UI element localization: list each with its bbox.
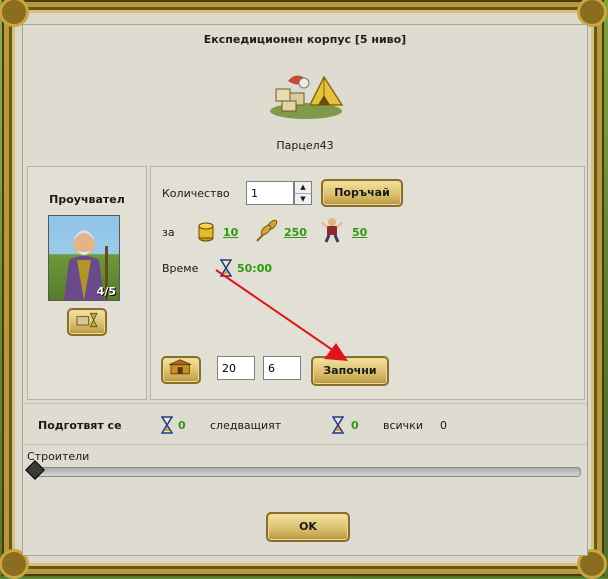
- hourglass-icon: [332, 416, 344, 434]
- building-queue-icon: [169, 359, 192, 375]
- gold-coins-icon: [198, 222, 214, 242]
- ok-button[interactable]: OK: [266, 512, 350, 542]
- explorer-timer-button[interactable]: [67, 308, 107, 336]
- dialog-title: Експедиционен корпус [5 ниво]: [203, 33, 407, 46]
- frame-ornament-icon: [0, 0, 29, 27]
- all-value: 0: [440, 419, 447, 432]
- batch-count-input[interactable]: [217, 356, 255, 380]
- hourglass-icon: [220, 259, 232, 277]
- hourglass-icon: [161, 416, 173, 434]
- settler-icon: [321, 218, 343, 243]
- stepper-down-icon[interactable]: ▼: [295, 194, 311, 205]
- stepper-up-icon[interactable]: ▲: [295, 182, 311, 194]
- repeat-order-button[interactable]: [161, 356, 201, 384]
- builders-slider[interactable]: [33, 467, 581, 477]
- explorer-label: Проучвател: [49, 193, 125, 206]
- next-label: следващият: [210, 419, 282, 432]
- explorer-count: 4/5: [96, 285, 116, 298]
- parcel-name: Парцел43: [276, 139, 334, 152]
- time-value: 50:00: [237, 262, 273, 275]
- explorer-portrait: 4/5: [48, 215, 120, 301]
- expedition-dialog: Експедиционен корпус [5 ниво] Парцел43 П…: [22, 24, 588, 556]
- batch-size-input[interactable]: [263, 356, 301, 380]
- explorer-hourglass-icon: [76, 312, 98, 328]
- for-label: за: [162, 226, 175, 239]
- expedition-building-icon: [270, 75, 344, 119]
- gold-cost-value: 10: [223, 226, 239, 239]
- wheat-icon: [256, 219, 278, 242]
- time-label: Време: [162, 262, 199, 275]
- wheat-cost-value: 250: [284, 226, 307, 239]
- preparing-value: 0: [178, 419, 186, 432]
- order-panel: Количество ▲ ▼ Поръчай за 10 250 50 Врем…: [150, 166, 585, 400]
- settler-cost-value: 50: [352, 226, 368, 239]
- queue-status-row: Подготвят се 0 следващият 0 всички 0: [23, 403, 587, 445]
- preparing-label: Подготвят се: [38, 419, 122, 432]
- order-button[interactable]: Поръчай: [321, 179, 403, 207]
- next-value: 0: [351, 419, 359, 432]
- all-label: всички: [383, 419, 423, 432]
- quantity-input[interactable]: [246, 181, 294, 205]
- start-button[interactable]: Започни: [311, 356, 389, 386]
- explorer-panel: Проучвател 4/5: [27, 166, 147, 400]
- quantity-stepper[interactable]: ▲ ▼: [294, 181, 312, 205]
- quantity-label: Количество: [162, 187, 230, 200]
